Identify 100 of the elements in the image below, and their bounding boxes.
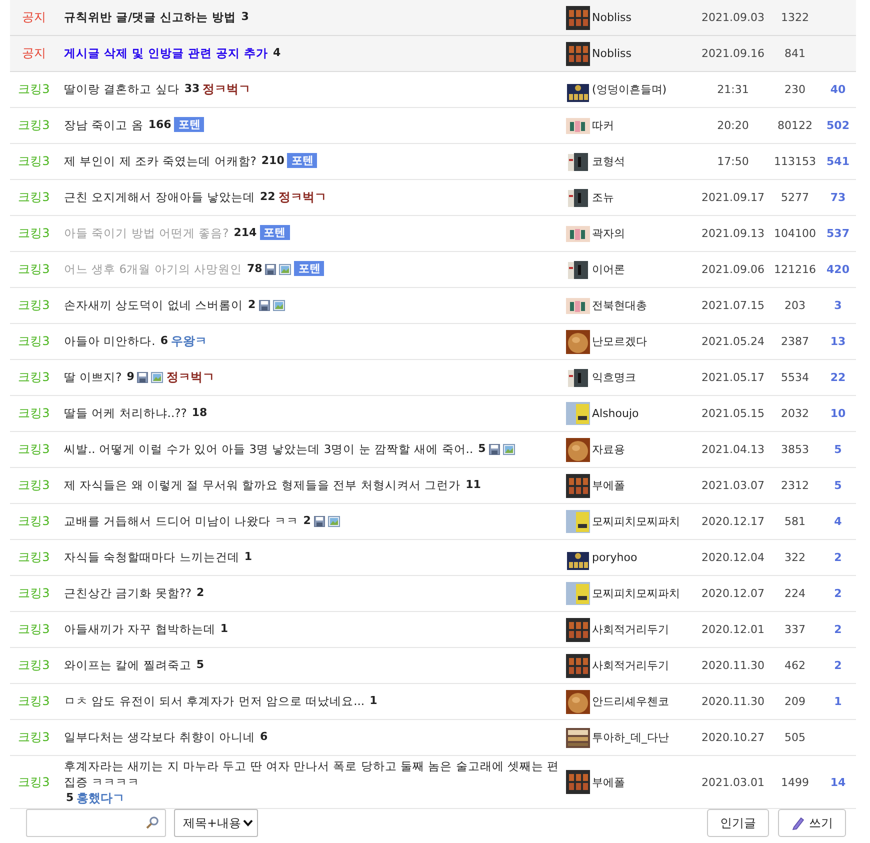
post-date: 2021.09.03 [700, 11, 766, 24]
recommend-count: 10 [830, 407, 846, 420]
author-name[interactable]: Alshoujo [592, 407, 639, 420]
view-count: 203 [784, 299, 806, 312]
author-name[interactable]: 코형석 [592, 154, 625, 169]
recommend-count: 14 [830, 776, 846, 788]
comment-count: 2 [196, 586, 204, 600]
comment-count: 214 [234, 226, 257, 240]
author-name[interactable]: 사회적거리두기 [592, 622, 669, 637]
category-label: 공지 [21, 9, 47, 26]
post-date: 2021.09.16 [700, 47, 766, 60]
post-date: 21:31 [716, 83, 750, 96]
post-title[interactable]: 제 부인이 제 조카 죽였는데 어캐함? [64, 153, 256, 170]
category-label: 크킹3 [17, 189, 51, 206]
author-name[interactable]: 난모르겠다 [592, 334, 647, 349]
post-date: 2020.12.17 [700, 515, 766, 528]
comment-count: 6 [160, 334, 168, 348]
author-name[interactable]: 투아하_데_다난 [592, 730, 669, 745]
author-name[interactable]: (엉덩이흔들며) [592, 82, 667, 97]
post-date: 2021.05.15 [700, 407, 766, 420]
post-date: 2020.12.04 [700, 551, 766, 564]
author-name[interactable]: Nobliss [592, 47, 632, 60]
post-date: 2021.09.17 [700, 191, 766, 204]
post-title[interactable]: 아들새끼가 자꾸 협박하는데 [64, 621, 216, 638]
view-count: 462 [784, 659, 806, 672]
post-title[interactable]: 딸들 어케 처리하냐..?? [64, 405, 187, 422]
popular-button[interactable]: 인기글 [707, 809, 769, 838]
emoticon-text: 우왕ㅋ [170, 334, 207, 348]
view-count: 104100 [773, 227, 817, 240]
view-count: 5534 [780, 371, 810, 384]
category-label: 크킹3 [17, 774, 51, 790]
author-name[interactable]: 모찌피치모찌파치 [592, 586, 680, 601]
search-scope-dropdown[interactable]: 제목+내용 [174, 809, 258, 838]
post-date: 17:50 [716, 155, 750, 168]
author-name[interactable]: 부에폴 [592, 774, 625, 790]
post-title[interactable]: 근친 오지게해서 장애아들 낳았는데 [64, 189, 255, 206]
recommend-count: 541 [826, 155, 850, 168]
post-date: 2021.03.01 [700, 776, 766, 788]
post-title[interactable]: 와이프는 칼에 찔려죽고 [64, 657, 192, 674]
post-title[interactable]: 딸이랑 결혼하고 싶다 [64, 81, 180, 98]
category-label: 크킹3 [17, 297, 51, 314]
author-name[interactable]: 안드리셰우첸코 [592, 694, 669, 709]
category-label: 크킹3 [17, 585, 51, 602]
category-label: 크킹3 [17, 369, 51, 386]
comment-count: 166 [148, 118, 172, 132]
author-name[interactable]: 부에폴 [592, 478, 625, 493]
caret-icon [243, 819, 254, 828]
post-title[interactable]: 손자새끼 상도덕이 없네 스버롬이 [64, 297, 243, 314]
post-title[interactable]: 자식들 숙청할때마다 느끼는건데 [64, 549, 240, 566]
category-label: 크킹3 [17, 333, 51, 350]
search-field[interactable] [26, 809, 166, 838]
recommend-count: 2 [834, 659, 842, 672]
author-name[interactable]: 사회적거리두기 [592, 658, 669, 673]
comment-count: 22 [260, 190, 276, 204]
comment-count: 1 [244, 550, 252, 564]
post-title[interactable]: 딸 이쁘지? [64, 369, 122, 386]
author-name[interactable]: 자료용 [592, 442, 625, 457]
post-title[interactable]: 후계자라는 새끼는 지 마누라 두고 딴 여자 만나서 폭로 당하고 둘째 놈은 술고래에 셋째는 편집증 ㅋㅋㅋㅋ [64, 758, 563, 790]
emoticon-text: 정ㅋ벅ㄱ [202, 82, 251, 96]
author-name[interactable]: 곽자의 [592, 226, 625, 241]
emoticon-text: 정ㅋ벅ㄱ [278, 190, 326, 204]
post-title[interactable]: 제 자식들은 왜 이렇게 절 무서워 할까요 형제들을 전부 처형시켜서 그런가 [64, 477, 461, 494]
view-count: 322 [784, 551, 806, 564]
author-name[interactable]: poryhoo [592, 551, 638, 564]
comment-count: 11 [466, 478, 481, 492]
view-count: 505 [784, 731, 806, 744]
author-name[interactable]: 익흐명크 [592, 370, 636, 385]
author-name[interactable]: 전북현대총 [592, 298, 647, 313]
category-label: 크킹3 [17, 549, 51, 566]
recommend-count: 73 [830, 191, 846, 204]
potent-badge: 포텐 [294, 261, 324, 276]
post-title[interactable]: 게시글 삭제 및 인방글 관련 공지 추가 [64, 45, 268, 62]
author-name[interactable]: 조뉴 [592, 190, 614, 205]
post-date: 2021.09.06 [700, 263, 766, 276]
recommend-count: 5 [834, 479, 842, 492]
write-button[interactable]: 쓰기 [778, 809, 846, 838]
view-count: 1322 [780, 11, 810, 24]
post-title[interactable]: 일부다처는 생각보다 취향이 아니네 [64, 729, 255, 746]
post-title[interactable]: 규칙위반 글/댓글 신고하는 방법 [64, 9, 236, 26]
post-date: 2021.04.13 [700, 443, 766, 456]
post-title[interactable]: 장남 죽이고 옴 [64, 117, 144, 134]
comment-count: 210 [261, 154, 284, 168]
post-title[interactable]: 씨발.. 어떻게 이럴 수가 있어 아들 3명 낳았는데 3명이 눈 깜짝할 새에 죽어.. [64, 441, 474, 458]
view-count: 209 [784, 695, 806, 708]
view-count: 841 [784, 47, 806, 60]
post-title[interactable]: 교배를 거듭해서 드디어 미남이 나왔다 ㅋㅋ [64, 513, 298, 530]
view-count: 80122 [776, 119, 814, 132]
post-title[interactable]: ㅁㅊ 암도 유전이 되서 후계자가 먼저 암으로 떠났네요... [64, 693, 365, 710]
post-title[interactable]: 근친상간 금기화 못함?? [64, 585, 192, 602]
category-label: 크킹3 [17, 513, 51, 530]
post-date: 2021.05.17 [700, 371, 766, 384]
category-label: 크킹3 [17, 693, 51, 710]
post-title[interactable]: 아들아 미안하다. [64, 333, 156, 350]
author-name[interactable]: 따커 [592, 118, 614, 133]
author-name[interactable]: 모찌피치모찌파치 [592, 514, 680, 529]
author-name[interactable]: Nobliss [592, 11, 632, 24]
comment-count: 33 [184, 82, 200, 96]
view-count: 113153 [773, 155, 817, 168]
author-name[interactable]: 이어론 [592, 262, 625, 277]
recommend-count: 2 [834, 587, 842, 600]
